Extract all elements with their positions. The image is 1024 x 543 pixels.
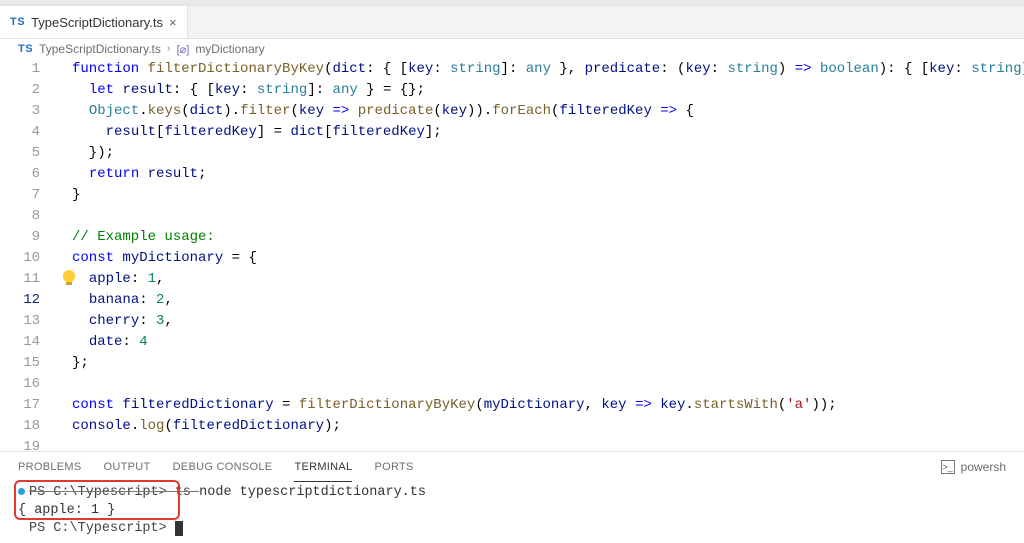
panel-tab-ports[interactable]: PORTS: [374, 453, 413, 481]
terminal-cursor: [175, 521, 183, 536]
panel-tab-terminal[interactable]: TERMINAL: [294, 453, 352, 482]
line-number: 12: [0, 290, 60, 311]
lightbulb-icon[interactable]: [63, 270, 75, 282]
line-number: 18: [0, 416, 60, 437]
line-number: 8: [0, 206, 60, 227]
terminal-profile-label[interactable]: powersh: [961, 460, 1006, 474]
highlight-box: [14, 480, 180, 520]
code-line[interactable]: };: [60, 353, 1024, 374]
line-number: 19: [0, 437, 60, 458]
code-line[interactable]: [60, 374, 1024, 395]
terminal[interactable]: PS C:\Typescript> ts-node typescriptdict…: [0, 482, 1024, 543]
code-line[interactable]: return result;: [60, 164, 1024, 185]
terminal-profile-icon[interactable]: >_: [941, 460, 955, 474]
code-line[interactable]: [60, 437, 1024, 451]
line-number: 3: [0, 101, 60, 122]
code-line[interactable]: console.log(filteredDictionary);: [60, 416, 1024, 437]
line-number: 17: [0, 395, 60, 416]
code-line[interactable]: Object.keys(dict).filter(key => predicat…: [60, 101, 1024, 122]
line-number: 7: [0, 185, 60, 206]
terminal-prompt: PS C:\Typescript>: [29, 521, 167, 536]
breadcrumb-symbol[interactable]: myDictionary: [195, 42, 264, 56]
symbol-variable-icon: [⌀]: [177, 43, 190, 56]
bottom-panel: PROBLEMSOUTPUTDEBUG CONSOLETERMINALPORTS…: [0, 451, 1024, 543]
code-editor[interactable]: 12345678910111213141516171819 function f…: [0, 59, 1024, 451]
line-number: 5: [0, 143, 60, 164]
line-number: 1: [0, 59, 60, 80]
code-area[interactable]: function filterDictionaryByKey(dict: { […: [60, 59, 1024, 451]
line-number: 10: [0, 248, 60, 269]
code-line[interactable]: apple: 1,: [60, 269, 1024, 290]
tab-bar: TS TypeScriptDictionary.ts ×: [0, 6, 1024, 39]
code-line[interactable]: cherry: 3,: [60, 311, 1024, 332]
code-line[interactable]: banana: 2,: [60, 290, 1024, 311]
code-line[interactable]: date: 4: [60, 332, 1024, 353]
line-number-gutter: 12345678910111213141516171819: [0, 59, 60, 451]
breadcrumb-file[interactable]: TypeScriptDictionary.ts: [39, 42, 161, 56]
code-line[interactable]: function filterDictionaryByKey(dict: { […: [60, 59, 1024, 80]
code-line[interactable]: const filteredDictionary = filterDiction…: [60, 395, 1024, 416]
line-number: 4: [0, 122, 60, 143]
panel-tab-output[interactable]: OUTPUT: [104, 453, 151, 481]
code-line[interactable]: }: [60, 185, 1024, 206]
editor-tab[interactable]: TS TypeScriptDictionary.ts ×: [0, 6, 188, 38]
ts-file-icon: TS: [18, 43, 33, 55]
panel-tab-debug-console[interactable]: DEBUG CONSOLE: [173, 453, 273, 481]
line-number: 11: [0, 269, 60, 290]
line-number: 14: [0, 332, 60, 353]
breadcrumb[interactable]: TS TypeScriptDictionary.ts › [⌀] myDicti…: [0, 39, 1024, 59]
terminal-line: PS C:\Typescript>: [18, 520, 1006, 538]
chevron-right-icon: ›: [167, 43, 171, 55]
line-number: 9: [0, 227, 60, 248]
line-number: 6: [0, 164, 60, 185]
close-icon[interactable]: ×: [169, 15, 177, 30]
code-line[interactable]: let result: { [key: string]: any } = {};: [60, 80, 1024, 101]
line-number: 16: [0, 374, 60, 395]
line-number: 15: [0, 353, 60, 374]
code-line[interactable]: result[filteredKey] = dict[filteredKey];: [60, 122, 1024, 143]
code-line[interactable]: });: [60, 143, 1024, 164]
code-line[interactable]: [60, 206, 1024, 227]
panel-tab-bar: PROBLEMSOUTPUTDEBUG CONSOLETERMINALPORTS…: [0, 452, 1024, 482]
ts-file-icon: TS: [10, 16, 25, 28]
code-line[interactable]: // Example usage:: [60, 227, 1024, 248]
tab-title: TypeScriptDictionary.ts: [31, 15, 163, 30]
terminal-command: node typescriptdictionary.ts: [199, 485, 426, 500]
line-number: 13: [0, 311, 60, 332]
panel-right-controls: >_ powersh: [941, 460, 1006, 474]
line-number: 2: [0, 80, 60, 101]
code-line[interactable]: const myDictionary = {: [60, 248, 1024, 269]
